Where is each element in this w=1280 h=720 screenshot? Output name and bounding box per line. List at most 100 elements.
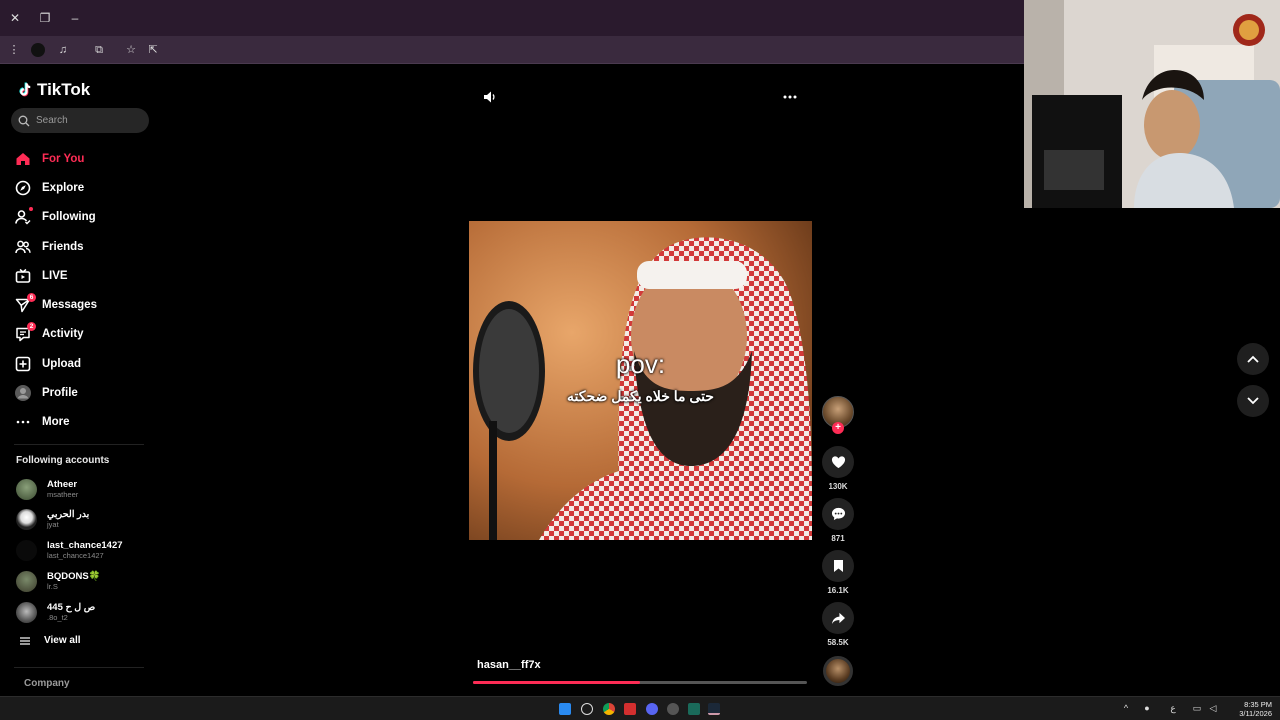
share-count: 58.5K [827,638,849,647]
video-author-username[interactable]: hasan__ff7x [477,659,541,671]
video-progress-fill [473,681,640,684]
nav-item-upload[interactable]: Upload [14,349,154,378]
like-button[interactable]: 130K [822,446,854,491]
more-dots-icon [783,95,797,99]
search-input[interactable] [36,115,136,126]
nav-item-for-you[interactable]: For You [14,144,154,173]
close-window-icon[interactable]: ✕ [8,11,22,25]
webcam-overlay [1024,0,1280,208]
nav-item-more[interactable]: More [14,408,154,437]
video-progress-bar[interactable] [473,681,807,684]
video-player[interactable]: pov: حتى ما خلاه يكمل ضحكته [469,221,812,540]
view-all-button[interactable]: View all [20,635,81,646]
more-icon [14,414,31,431]
browser-menu-icon[interactable]: ⋮ [7,43,21,57]
account-name: بدر الحربي [47,508,90,520]
save-button-circle [822,550,854,582]
previous-video-button[interactable] [1237,343,1269,375]
terminal-icon[interactable] [688,703,700,715]
restore-window-icon[interactable]: ❐ [38,11,52,25]
nav-label: LIVE [42,269,68,282]
share-arrow-icon [831,612,845,624]
following-accounts-title: Following accounts [16,455,110,466]
nav-item-explore[interactable]: Explore [14,173,154,202]
steam-icon[interactable] [708,703,720,715]
nav-item-profile[interactable]: Profile [14,378,154,407]
nav-item-activity[interactable]: 2 Activity [14,320,154,349]
clock-time: 8:35 PM [1244,700,1272,709]
account-handle: .8o_t2 [47,612,68,622]
tray-chevron-up-icon[interactable]: ^ [1120,702,1132,714]
tiktok-note-icon [19,82,31,97]
settings-gear-icon[interactable] [667,703,679,715]
nav-label: Profile [42,387,78,400]
display-icon[interactable]: ▭ [1191,702,1203,714]
chrome-icon[interactable] [603,703,615,715]
sidebar-divider [14,667,144,668]
follow-plus-icon[interactable]: + [832,422,844,434]
following-account-item[interactable]: ص ل ح 445.8o_t2 [16,598,156,626]
taskbar-search-icon[interactable] [581,703,593,715]
nav-item-friends[interactable]: Friends [14,232,154,261]
following-icon [14,206,33,226]
speaker-icon[interactable]: ◁ [1207,702,1219,714]
following-account-item[interactable]: BQDONS🍀 lr.S [16,567,156,595]
activity-icon: 2 [14,321,36,343]
more-options-button[interactable] [782,89,798,105]
clock-date: 3/11/2026 [1239,709,1272,718]
sidebar: TikTok For You Explore Following [0,64,160,696]
avatar [16,570,37,592]
live-icon [14,267,31,284]
avatar [16,478,37,500]
microphone-icon[interactable]: ● [1141,702,1153,714]
volume-icon [484,91,495,103]
tiktok-logo[interactable]: TikTok [16,80,90,100]
start-windows-icon[interactable] [559,703,571,715]
following-account-item[interactable]: last_chance1427 last_chance1427 [16,536,156,564]
chevron-down-icon [1247,397,1259,405]
nav-item-following[interactable]: Following [14,203,154,232]
account-handle: lr.S [47,581,58,591]
nav-label: Explore [42,181,85,194]
bookmark-star-icon[interactable]: ☆ [124,43,138,57]
messages-badge: 6 [27,292,36,302]
sidebar-divider [14,444,144,445]
share-page-icon[interactable]: ⇱ [146,43,160,57]
profile-icon[interactable] [31,43,45,57]
following-account-item[interactable]: بدر الحربي jyat [16,505,156,533]
acrobat-icon[interactable] [624,703,636,715]
save-button[interactable]: 16.1K [822,550,854,595]
notification-dot [29,206,33,211]
share-button[interactable]: 58.5K [822,602,854,647]
avatar [16,508,37,530]
comment-button-circle [822,498,854,530]
comment-count: 871 [831,534,845,543]
messages-icon: 6 [14,292,36,314]
nav-item-live[interactable]: LIVE [14,261,154,290]
nav-label: Messages [42,299,97,312]
view-all-label: View all [44,635,81,646]
music-disc-avatar[interactable] [823,656,853,686]
search-icon [18,115,30,126]
company-link[interactable]: Company [24,678,70,689]
next-video-button[interactable] [1237,385,1269,417]
account-name: BQDONS🍀 [47,570,101,582]
compass-icon [14,179,31,196]
windows-taskbar: ^ ● ع ▭ ◁ 8:35 PM 3/11/2026 [0,696,1280,720]
video-caption-title: pov: [615,349,666,379]
media-control-icon[interactable]: ♫ [56,43,70,57]
discord-icon[interactable] [646,703,658,715]
nav-item-messages[interactable]: 6 Messages [14,290,154,319]
input-language[interactable]: ع [1167,702,1179,714]
profile-avatar [14,385,31,402]
volume-button[interactable] [482,89,498,105]
comment-button[interactable]: 871 [822,498,854,543]
main-nav: For You Explore Following Friends LIVE 6… [14,144,154,437]
account-handle: msatheer [47,489,79,499]
avatar [16,601,37,623]
following-account-item[interactable]: Atheer msatheer [16,475,156,503]
search-box[interactable] [11,108,149,133]
minimize-window-icon[interactable]: – [68,11,82,25]
extensions-icon[interactable]: ⧉ [92,43,106,57]
system-clock[interactable]: 8:35 PM 3/11/2026 [1226,700,1272,718]
